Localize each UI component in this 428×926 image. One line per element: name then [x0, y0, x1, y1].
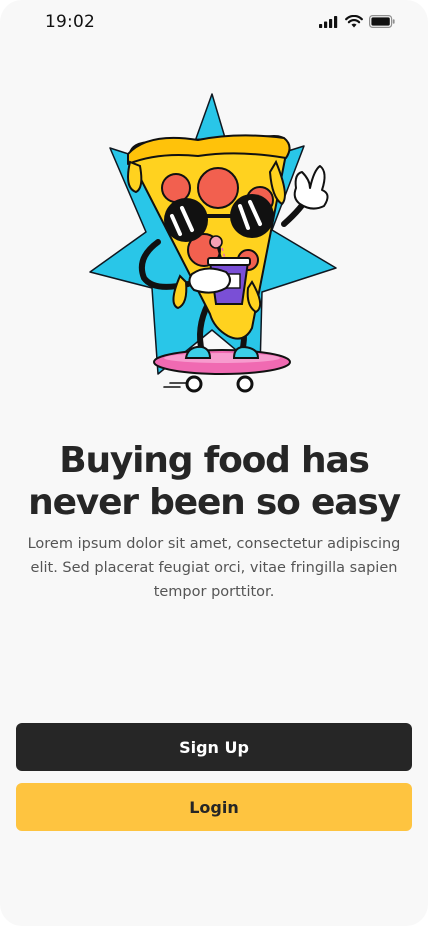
battery-icon [369, 15, 395, 28]
status-bar: 19:02 [0, 0, 428, 46]
signal-icon [319, 15, 339, 28]
page-title-line-1: Buying food has [59, 440, 370, 481]
wifi-icon [345, 15, 363, 28]
login-button[interactable]: Login [16, 783, 412, 831]
sign-up-button[interactable]: Sign Up [16, 723, 412, 771]
page-title: Buying food has never been so easy [0, 440, 428, 524]
page-description: Lorem ipsum dolor sit amet, consectetur … [27, 536, 401, 600]
status-icons [319, 15, 395, 28]
status-time: 19:02 [45, 12, 95, 32]
page-title-line-2: never been so easy [28, 482, 401, 523]
hero-illustration [88, 92, 340, 394]
app-screen: 19:02 Buying food has never been so easy… [0, 0, 428, 926]
